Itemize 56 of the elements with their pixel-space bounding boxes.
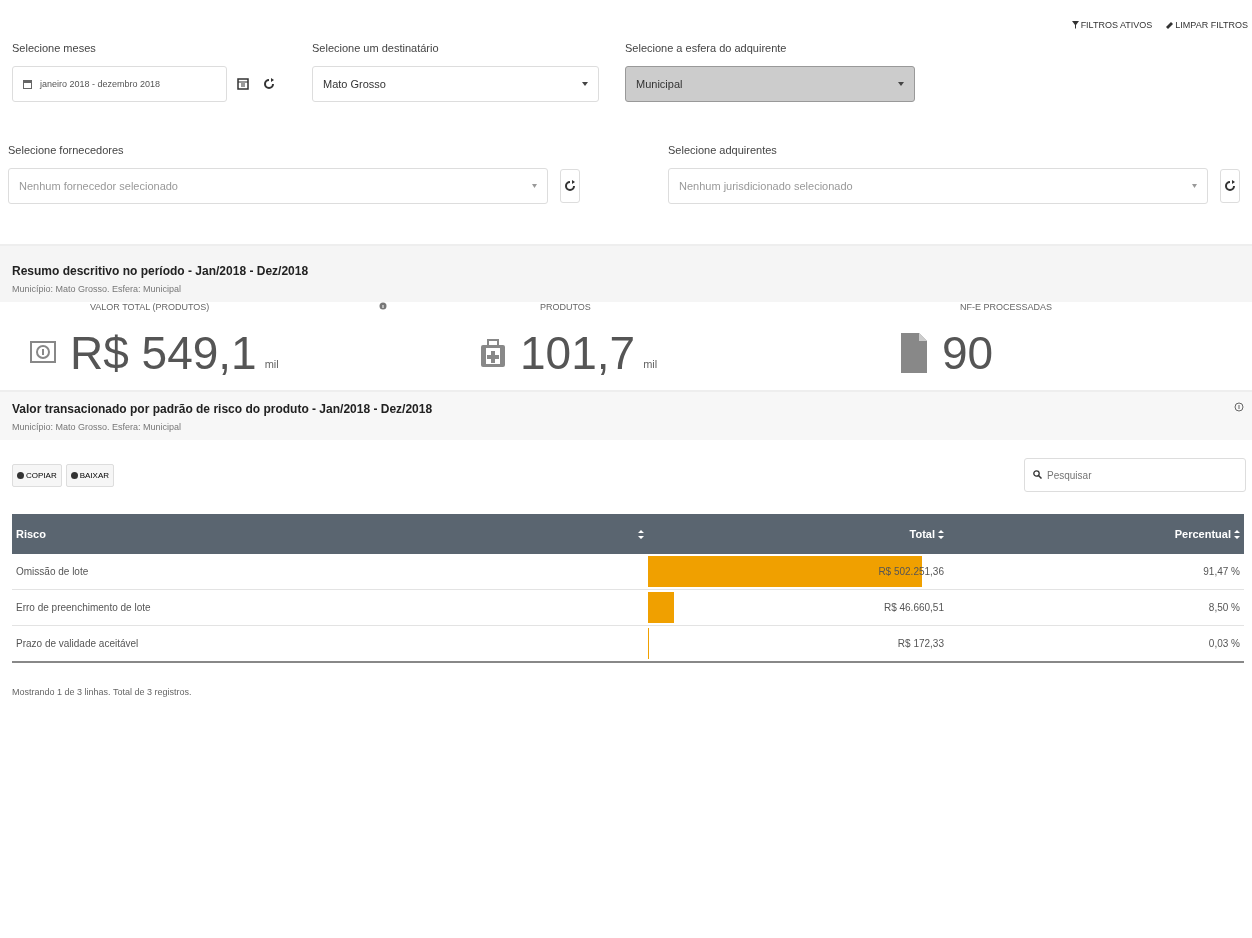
section-title: Resumo descritivo no período - Jan/2018 - Dez/2018 [12,264,309,278]
table-cell: Omissão de lote [12,554,648,590]
sort-icon [1234,529,1240,539]
table-cell-text: R$ 46.660,51 [882,602,945,613]
table-cell: Erro de preenchimento de lote [12,589,648,626]
refresh-icon [1224,180,1236,192]
stat-label: PRODUTOS [540,302,591,312]
calendar-icon [237,78,249,90]
filter-link[interactable]: FILTROS ATIVOS [1071,18,1153,32]
stat-unit: mil [643,358,658,370]
caret-icon [532,184,537,188]
eraser-icon [1166,21,1174,29]
info-icon [1234,402,1244,412]
caret-icon [582,82,588,86]
clear-filter-link[interactable]: LIMPAR FILTROS [1166,18,1248,32]
stat-unit: mil [264,358,279,370]
field-label: Selecione meses [12,42,97,54]
column-header[interactable]: Percentual [948,514,1244,554]
caret-icon [898,82,904,86]
refresh-button[interactable] [560,169,580,203]
search-field[interactable]: Pesquisar [1024,458,1246,492]
table-cell: 91,47 % [948,554,1244,590]
table-cell: 0,03 % [948,625,1244,662]
section-subtitle: Município: Mato Grosso. Esfera: Municipal [12,284,183,294]
table-cell: Prazo de validade aceitável [12,625,648,662]
sort-icon [638,529,644,539]
filter-icon [1071,21,1079,29]
medical-kit-icon [480,339,506,367]
table-cell: 8,50 % [948,589,1244,626]
stat-value: 101,7 [520,326,636,380]
date-range-field[interactable]: janeiro 2018 - dezembro 2018 [12,66,227,102]
field-label: Selecione um destinatário [312,42,440,54]
column-header[interactable]: Total [648,514,948,554]
document-icon [900,332,928,374]
select-field[interactable]: Mato Grosso [312,66,599,102]
section-title: Valor transacionado por padrão de risco do produto - Jan/2018 - Dez/2018 [12,402,433,416]
download-button[interactable]: BAIXAR [65,463,114,487]
stat-label: NF-E PROCESSADAS [960,302,1053,312]
field-label: Selecione a esfera do adquirente [625,42,788,54]
column-header[interactable]: Risco [12,514,648,554]
copy-button[interactable]: COPIAR [12,463,62,487]
stat-label: VALOR TOTAL (PRODUTOS) [90,302,210,312]
table-cell-text: R$ 172,33 [896,638,945,649]
sort-icon [938,529,944,539]
section-subtitle: Município: Mato Grosso. Esfera: Municipal [12,422,183,432]
refresh-icon [263,78,275,90]
stat-value: 90 [942,326,994,380]
table-footer-text: Mostrando 1 de 3 linhas. Total de 3 registros. [11,686,193,699]
refresh-button[interactable] [1220,169,1240,203]
caret-icon [1192,184,1197,188]
field-label: Selecione fornecedores [8,144,125,156]
field-label: Selecione adquirentes [668,144,778,156]
calendar-icon [23,79,32,89]
stat-value: R$ 549,1 [70,326,257,380]
search-icon [1033,470,1042,479]
refresh-icon [564,180,576,192]
